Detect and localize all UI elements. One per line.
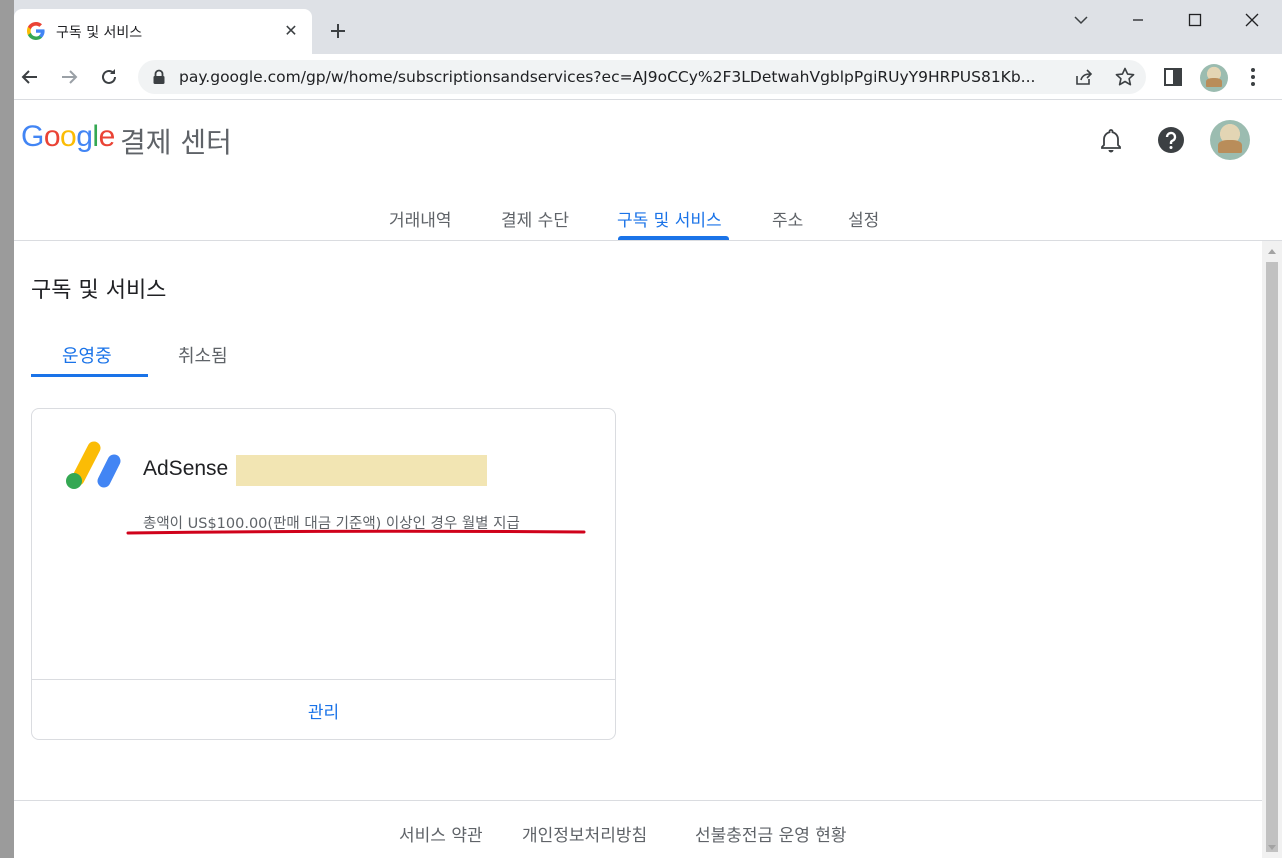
tab-close-icon[interactable]: ✕ — [281, 21, 301, 41]
share-icon[interactable] — [1074, 67, 1094, 87]
subtab-cancelled[interactable]: 취소됨 — [178, 342, 228, 368]
tab-title: 구독 및 서비스 — [56, 25, 143, 41]
address-bar[interactable]: pay.google.com/gp/w/home/subscriptionsan… — [138, 60, 1146, 94]
redacted-account-block — [236, 455, 487, 486]
scroll-up-arrow-icon[interactable] — [1268, 249, 1276, 254]
subtab-active[interactable]: 운영중 — [62, 342, 112, 368]
back-arrow-icon[interactable] — [17, 64, 43, 90]
close-window-icon[interactable] — [1237, 8, 1267, 32]
subscription-title: AdSense — [143, 457, 229, 480]
tab-search-chevron-icon[interactable] — [1066, 8, 1096, 32]
profile-avatar[interactable] — [1200, 64, 1228, 92]
adsense-logo-icon — [66, 441, 121, 489]
main-content: 구독 및 서비스 운영중 취소됨 AdSense 총액이 US$100.00(판… — [14, 241, 1262, 801]
scrollbar-thumb[interactable] — [1266, 262, 1278, 852]
more-menu-icon[interactable] — [1240, 64, 1266, 90]
nav-addresses[interactable]: 주소 — [772, 206, 803, 231]
footer-terms-link[interactable]: 서비스 약관 — [399, 821, 483, 846]
forward-arrow-icon[interactable] — [56, 64, 82, 90]
page-title: 구독 및 서비스 — [31, 278, 167, 303]
tab-strip: 구독 및 서비스 ✕ — [14, 0, 1282, 54]
url-text[interactable]: pay.google.com/gp/w/home/subscriptionsan… — [179, 68, 1059, 86]
new-tab-plus-icon[interactable] — [326, 19, 350, 43]
side-panel-icon[interactable] — [1160, 64, 1186, 90]
scroll-down-arrow-icon[interactable] — [1268, 845, 1276, 850]
payments-header: Google 결제 센터 거래내역 결제 수단 구독 및 서비스 주소 설정 — [14, 100, 1282, 241]
vertical-scrollbar[interactable] — [1262, 241, 1282, 858]
lock-icon[interactable] — [152, 69, 166, 85]
active-subtab-indicator — [31, 374, 148, 377]
subscription-card: AdSense 총액이 US$100.00(판매 대금 기준액) 이상인 경우 … — [31, 408, 616, 740]
active-nav-indicator — [618, 236, 729, 240]
footer-prepaid-status-link[interactable]: 선불충전금 운영 현황 — [695, 821, 847, 846]
maximize-icon[interactable] — [1180, 8, 1210, 32]
browser-window: 구독 및 서비스 ✕ pay.google.com/gp/w/home/subs… — [14, 0, 1282, 858]
red-annotation-underline — [126, 529, 586, 535]
minimize-icon[interactable] — [1123, 8, 1153, 32]
manage-button[interactable]: 관리 — [32, 698, 615, 723]
card-divider — [32, 679, 615, 680]
nav-settings[interactable]: 설정 — [848, 206, 879, 231]
footer-divider — [14, 800, 1262, 801]
bookmark-star-icon[interactable] — [1114, 66, 1136, 88]
browser-tab[interactable]: 구독 및 서비스 ✕ — [14, 9, 312, 54]
nav-transactions[interactable]: 거래내역 — [389, 206, 452, 231]
nav-payment-methods[interactable]: 결제 수단 — [501, 206, 569, 231]
reload-icon[interactable] — [96, 64, 122, 90]
browser-toolbar: pay.google.com/gp/w/home/subscriptionsan… — [14, 54, 1282, 100]
nav-subscriptions[interactable]: 구독 및 서비스 — [617, 206, 722, 231]
footer-privacy-link[interactable]: 개인정보처리방침 — [522, 821, 647, 846]
google-favicon-icon — [27, 22, 45, 40]
main-nav: 거래내역 결제 수단 구독 및 서비스 주소 설정 — [14, 100, 1282, 241]
